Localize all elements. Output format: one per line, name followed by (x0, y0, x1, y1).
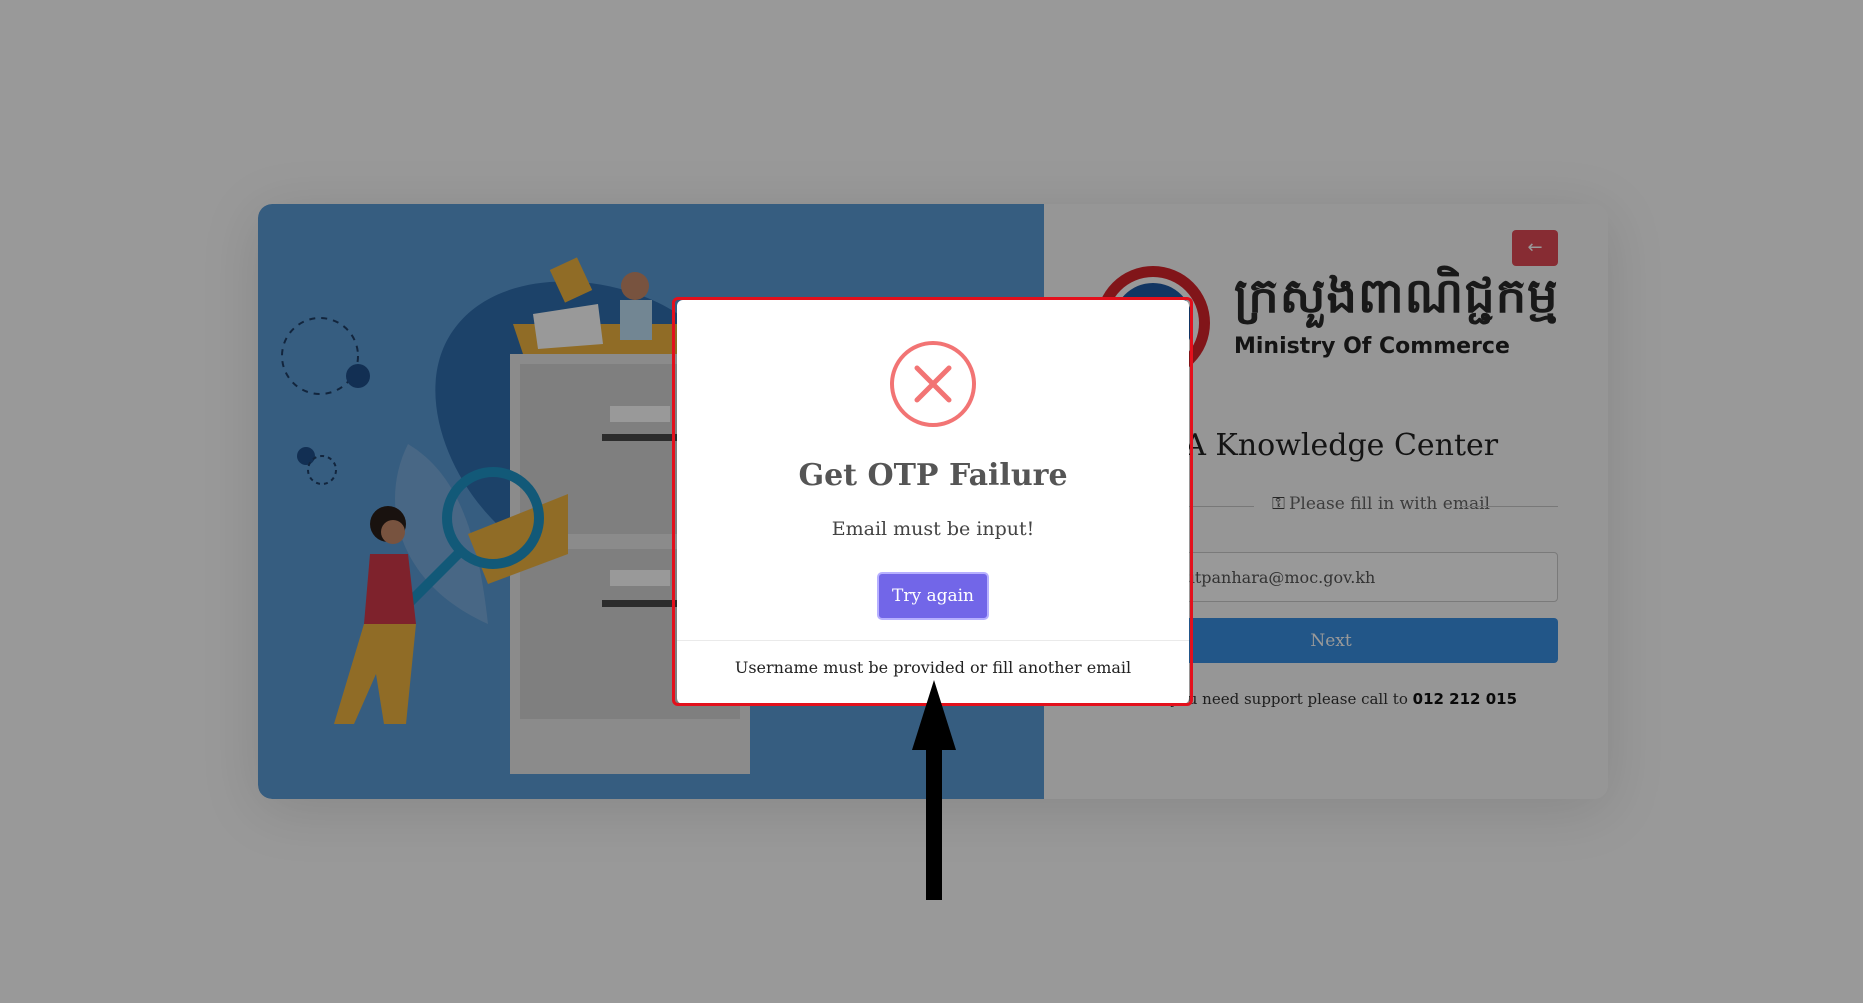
dialog-title: Get OTP Failure (798, 458, 1068, 493)
error-x-icon (890, 341, 976, 427)
try-again-button[interactable]: Try again (877, 572, 989, 620)
dialog-divider (677, 640, 1189, 641)
dialog-message: Email must be input! (831, 518, 1035, 540)
otp-failure-dialog: Get OTP Failure Email must be input! Try… (677, 300, 1189, 704)
page: ← ក្រសួងពាណិជ្ជកម្ម Ministry Of Commerce… (0, 0, 1863, 1003)
dialog-footer: Username must be provided or fill anothe… (734, 658, 1132, 677)
annotation-arrow-icon (912, 680, 956, 900)
